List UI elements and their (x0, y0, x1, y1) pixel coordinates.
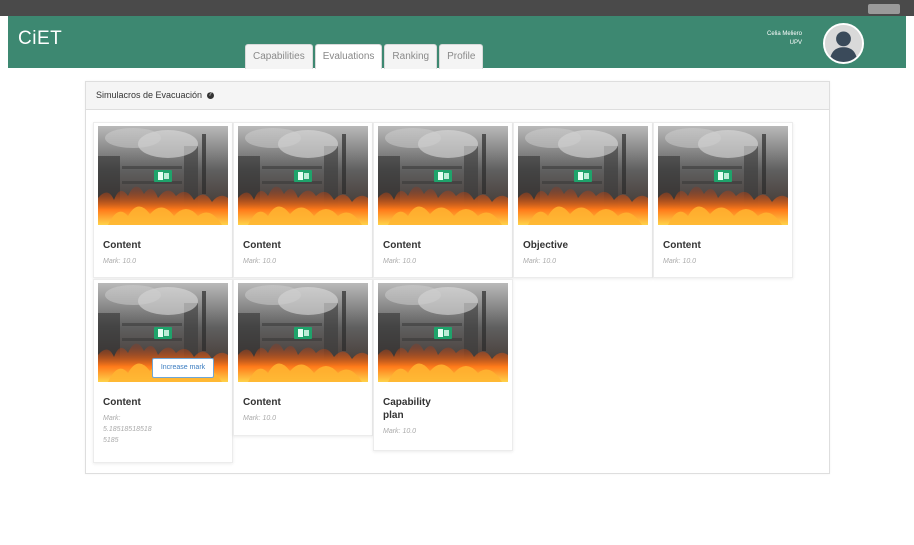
card-title-line: plan (383, 410, 404, 421)
evaluation-card[interactable]: Capability plan Mark: 10.0 (373, 279, 513, 451)
card-mark: Mark: 5.18518518518 5185 (103, 413, 232, 446)
card-mark: Mark: 10.0 (523, 258, 557, 265)
evaluation-card[interactable]: Objective Mark: 10.0 (513, 122, 653, 278)
card-title: Content (243, 240, 281, 251)
evaluation-card[interactable]: Content Mark: 10.0 (93, 122, 233, 278)
window-top-strip (0, 0, 914, 16)
fire-evacuation-image (98, 126, 228, 225)
card-title-line: Capability (383, 397, 431, 408)
tab-capabilities[interactable]: Capabilities (245, 44, 313, 69)
avatar[interactable] (823, 23, 864, 64)
info-icon[interactable]: ? (206, 92, 214, 100)
evaluation-card[interactable]: Content Mark: 10.0 (233, 279, 373, 436)
fire-evacuation-image (518, 126, 648, 225)
user-name: Celia Meliero (766, 31, 802, 37)
tab-ranking[interactable]: Ranking (384, 44, 438, 69)
fire-evacuation-image (238, 126, 368, 225)
card-title: Objective (523, 240, 569, 251)
panel-title: Simulacros de Evacuación (96, 90, 203, 100)
user-info[interactable]: Celia Meliero UPV (767, 30, 802, 48)
card-mark: Mark: 10.0 (383, 258, 417, 265)
card-title: Content (103, 397, 141, 408)
user-avatar-icon (825, 25, 862, 62)
window-control[interactable] (868, 4, 900, 14)
card-title: Content (103, 240, 141, 251)
tab-evaluations[interactable]: Evaluations (314, 44, 383, 69)
card-mark: Mark: 10.0 (243, 258, 277, 265)
nav-tabs: Capabilities Evaluations Ranking Profile (245, 44, 485, 69)
fire-evacuation-image (658, 126, 788, 225)
card-title: Content (243, 397, 281, 408)
card-mark-value-cont: 5185 (103, 437, 119, 444)
fire-evacuation-image (238, 283, 368, 382)
fire-evacuation-image (378, 283, 508, 382)
brand-logo[interactable]: CiET (18, 28, 62, 50)
card-mark: Mark: 10.0 (243, 415, 277, 422)
user-org: UPV (789, 40, 802, 46)
card-mark-value: 5.18518518518 (103, 426, 152, 433)
evaluation-card[interactable]: Content Mark: 10.0 (233, 122, 373, 278)
card-title: Capability plan (383, 396, 512, 422)
tab-profile[interactable]: Profile (439, 44, 484, 69)
fire-evacuation-image (378, 126, 508, 225)
evaluations-panel: Simulacros de Evacuación ? Content Mark:… (85, 81, 830, 474)
card-mark: Mark: 10.0 (383, 428, 417, 435)
panel-header[interactable]: Simulacros de Evacuación ? (86, 82, 829, 110)
evaluation-card[interactable]: Content Mark: 10.0 (653, 122, 793, 278)
evaluation-card[interactable]: Content Mark: 10.0 (373, 122, 513, 278)
card-title: Content (663, 240, 701, 251)
card-mark-label: Mark: (103, 415, 121, 422)
card-mark: Mark: 10.0 (663, 258, 697, 265)
navbar: CiET Capabilities Evaluations Ranking Pr… (8, 16, 906, 69)
card-title: Content (383, 240, 421, 251)
increase-mark-button[interactable]: Increase mark (152, 358, 214, 378)
card-mark: Mark: 10.0 (103, 258, 137, 265)
